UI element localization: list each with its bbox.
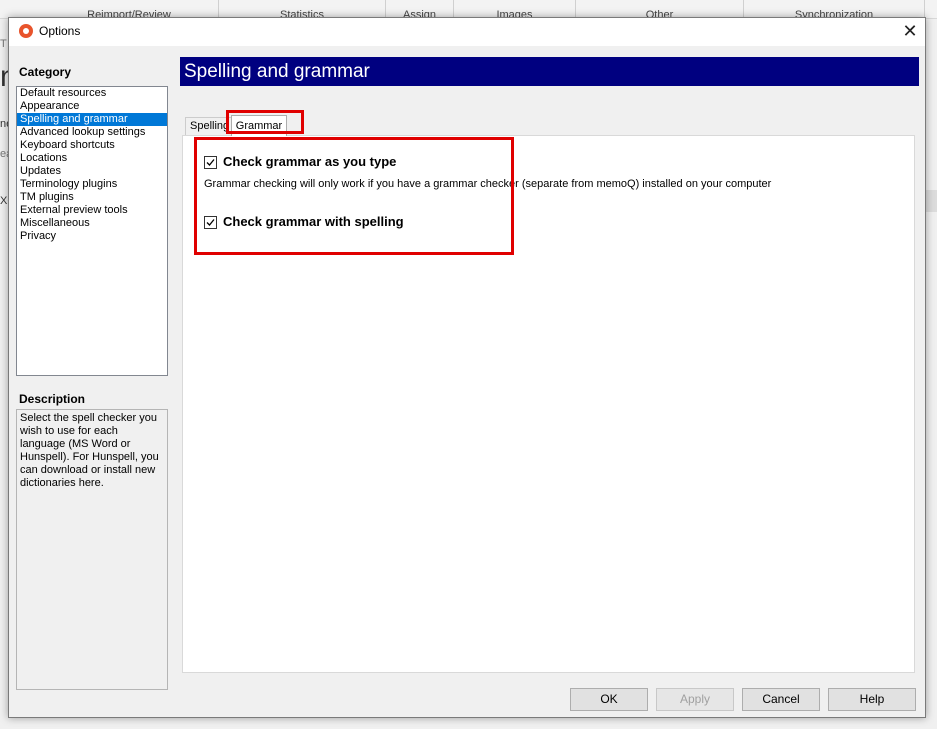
background-tab-other[interactable]: Other — [576, 0, 744, 18]
background-tab-synchronization[interactable]: Synchronization — [744, 0, 925, 18]
background-tab-images[interactable]: Images — [454, 0, 576, 18]
category-heading: Category — [19, 65, 72, 79]
category-list[interactable]: Default resources Appearance Spelling an… — [16, 86, 168, 376]
category-item-advanced-lookup-settings[interactable]: Advanced lookup settings — [17, 126, 167, 139]
background-tab-statistics[interactable]: Statistics — [219, 0, 386, 18]
category-item-privacy[interactable]: Privacy — [17, 230, 167, 243]
category-item-default-resources[interactable]: Default resources — [17, 87, 167, 100]
category-item-spelling-and-grammar[interactable]: Spelling and grammar — [17, 113, 167, 126]
category-item-tm-plugins[interactable]: TM plugins — [17, 191, 167, 204]
memoq-logo-icon — [19, 24, 33, 38]
dialog-title: Options — [39, 24, 81, 38]
category-item-external-preview-tools[interactable]: External preview tools — [17, 204, 167, 217]
help-button[interactable]: Help — [828, 688, 916, 711]
options-dialog: Options ✕ Category Default resources App… — [8, 17, 926, 718]
category-item-miscellaneous[interactable]: Miscellaneous — [17, 217, 167, 230]
category-item-appearance[interactable]: Appearance — [17, 100, 167, 113]
apply-button[interactable]: Apply — [656, 688, 734, 711]
section-title: Spelling and grammar — [180, 57, 919, 86]
category-item-keyboard-shortcuts[interactable]: Keyboard shortcuts — [17, 139, 167, 152]
cancel-button[interactable]: Cancel — [742, 688, 820, 711]
ok-button[interactable]: OK — [570, 688, 648, 711]
background-tab-reimport[interactable]: Reimport/Review — [40, 0, 219, 18]
description-box: Select the spell checker you wish to use… — [16, 409, 168, 690]
close-icon[interactable]: ✕ — [895, 18, 925, 46]
title-bar[interactable]: Options ✕ — [9, 18, 925, 46]
grammar-tab-highlight — [226, 110, 304, 134]
grammar-options-highlight — [194, 137, 514, 255]
category-item-locations[interactable]: Locations — [17, 152, 167, 165]
background-tab-assign[interactable]: Assign — [386, 0, 454, 18]
description-heading: Description — [19, 392, 86, 406]
description-text: Select the spell checker you wish to use… — [20, 412, 159, 489]
background-fragment: T — [0, 38, 7, 50]
category-item-updates[interactable]: Updates — [17, 165, 167, 178]
category-item-terminology-plugins[interactable]: Terminology plugins — [17, 178, 167, 191]
